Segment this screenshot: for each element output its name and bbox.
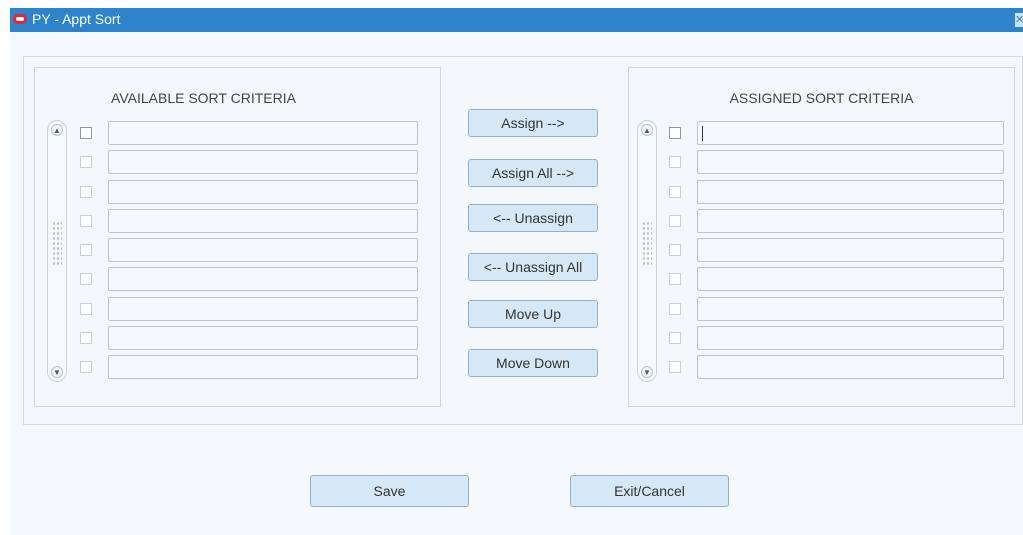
move-down-button[interactable]: Move Down <box>468 349 598 377</box>
assigned-row-field[interactable] <box>697 238 1004 263</box>
available-row-field[interactable] <box>108 179 418 204</box>
available-row-checkbox[interactable] <box>80 127 92 139</box>
available-row-checkbox[interactable] <box>80 185 92 198</box>
sort-criteria-panel: AVAILABLE SORT CRITERIA ▲ ▼ Assign --> A… <box>23 56 1023 425</box>
assigned-row-field[interactable] <box>697 121 1004 145</box>
oracle-logo-icon <box>13 14 27 24</box>
window-titlebar: PY - Appt Sort ✕ <box>10 8 1023 32</box>
available-row-checkbox[interactable] <box>80 214 92 227</box>
available-row-field[interactable] <box>108 150 418 175</box>
assigned-row-field[interactable] <box>697 179 1004 204</box>
available-row-checkbox[interactable] <box>80 244 92 257</box>
available-row-checkbox[interactable] <box>80 302 92 315</box>
available-row-field[interactable] <box>108 267 418 292</box>
assigned-row-field[interactable] <box>697 326 1004 351</box>
unassign-all-button[interactable]: <-- Unassign All <box>468 253 598 281</box>
assigned-row-field[interactable] <box>697 355 1004 380</box>
available-row-field[interactable] <box>108 355 418 380</box>
assigned-row-checkbox[interactable] <box>669 214 681 227</box>
scroll-grip-icon[interactable] <box>642 221 652 267</box>
assigned-row-checkbox[interactable] <box>669 332 681 345</box>
assigned-row-checkbox[interactable] <box>669 273 681 286</box>
assigned-row-field[interactable] <box>697 267 1004 292</box>
assigned-row-field[interactable] <box>697 296 1004 321</box>
save-button[interactable]: Save <box>310 475 469 507</box>
available-row-field[interactable] <box>108 238 418 263</box>
window-title: PY - Appt Sort <box>32 11 121 27</box>
assigned-sort-criteria-group: ASSIGNED SORT CRITERIA ▲ ▼ <box>628 67 1015 407</box>
scroll-up-icon[interactable]: ▲ <box>51 124 63 136</box>
scroll-grip-icon[interactable] <box>52 221 62 267</box>
scroll-up-icon[interactable]: ▲ <box>641 124 653 136</box>
assigned-row-field[interactable] <box>697 150 1004 175</box>
text-cursor <box>702 126 703 141</box>
assigned-scrollbar[interactable]: ▲ ▼ <box>637 120 657 382</box>
scroll-down-icon[interactable]: ▼ <box>51 366 63 378</box>
assigned-row-field[interactable] <box>697 208 1004 233</box>
close-icon[interactable]: ✕ <box>1015 13 1023 27</box>
available-row-checkbox[interactable] <box>80 156 92 169</box>
available-row-field[interactable] <box>108 326 418 351</box>
assigned-row-checkbox[interactable] <box>669 185 681 198</box>
assigned-row-checkbox[interactable] <box>669 302 681 315</box>
available-scrollbar[interactable]: ▲ ▼ <box>47 120 67 382</box>
assign-all-button[interactable]: Assign All --> <box>468 159 598 187</box>
assign-button[interactable]: Assign --> <box>468 109 598 137</box>
available-sort-criteria-group: AVAILABLE SORT CRITERIA ▲ ▼ <box>34 67 441 407</box>
available-row-checkbox[interactable] <box>80 332 92 345</box>
assigned-row-checkbox[interactable] <box>669 127 681 139</box>
move-up-button[interactable]: Move Up <box>468 300 598 328</box>
exit-cancel-button[interactable]: Exit/Cancel <box>570 475 729 507</box>
assigned-sort-criteria-title: ASSIGNED SORT CRITERIA <box>729 90 914 106</box>
available-row-checkbox[interactable] <box>80 361 92 374</box>
scroll-down-icon[interactable]: ▼ <box>641 366 653 378</box>
assigned-row-checkbox[interactable] <box>669 361 681 374</box>
appt-sort-window: AVAILABLE SORT CRITERIA ▲ ▼ Assign --> A… <box>10 32 1023 535</box>
available-sort-criteria-title: AVAILABLE SORT CRITERIA <box>111 90 296 106</box>
assigned-row-checkbox[interactable] <box>669 244 681 257</box>
available-row-checkbox[interactable] <box>80 273 92 286</box>
available-row-field[interactable] <box>108 296 418 321</box>
available-row-field[interactable] <box>108 121 418 145</box>
available-row-field[interactable] <box>108 208 418 233</box>
unassign-button[interactable]: <-- Unassign <box>468 204 598 232</box>
assigned-row-checkbox[interactable] <box>669 156 681 169</box>
